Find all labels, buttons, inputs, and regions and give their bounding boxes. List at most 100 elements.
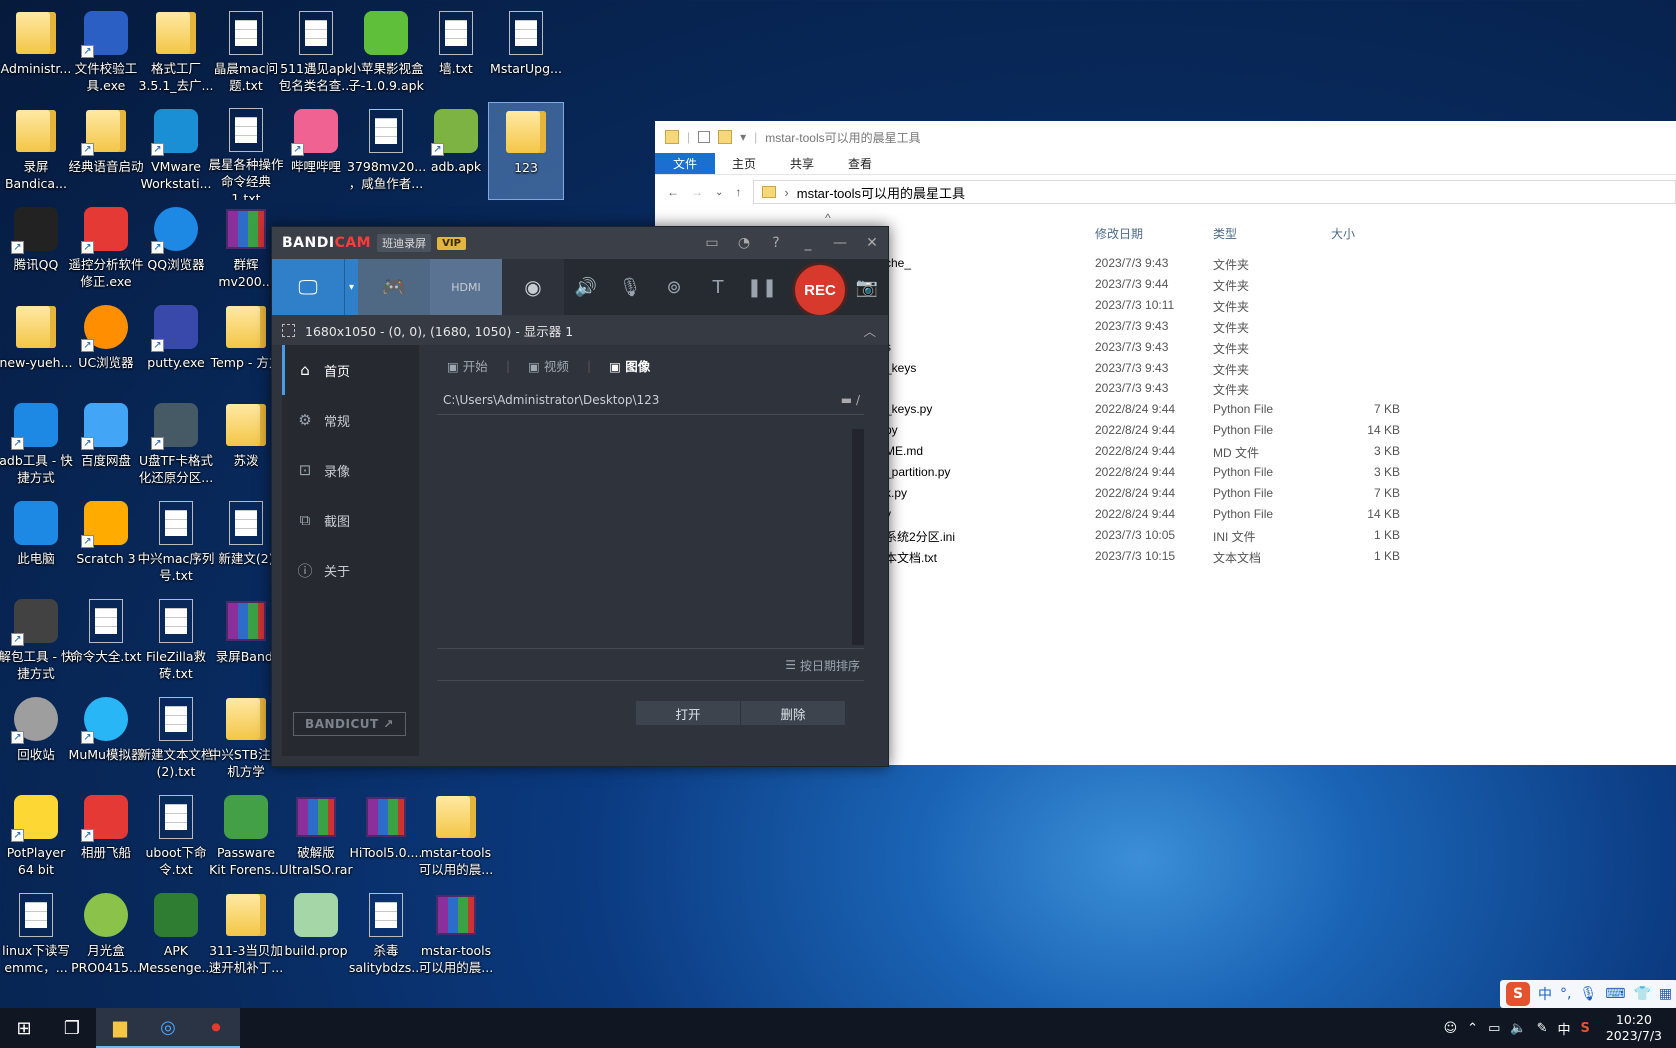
desktop-icon[interactable]: 破解版UltraISO.rar [278, 788, 354, 886]
desktop-icon[interactable]: ↗ PotPlayer 64 bit [0, 788, 74, 886]
desktop-icon[interactable]: uboot下命令.txt [138, 788, 214, 886]
network-icon[interactable]: ▭ [1488, 1021, 1500, 1036]
tab-home[interactable]: 主页 [715, 153, 773, 174]
desktop-icon[interactable]: new-yueh... [0, 298, 74, 396]
desktop-icon[interactable]: ↗ U盘TF卡格式化还原分区... [138, 396, 214, 494]
desktop-icon[interactable]: 311-3当贝加速开机补丁... [208, 886, 284, 984]
tab-image[interactable]: ▣ 图像 [609, 356, 650, 375]
desktop-icon[interactable]: build.prop [278, 886, 354, 984]
desktop-icon[interactable]: ↗ 腾讯QQ [0, 200, 74, 298]
text-overlay-button[interactable]: T [696, 259, 740, 315]
sidebar-item-video[interactable]: ⊡ 录像 [282, 445, 419, 495]
sogou-tray-icon[interactable]: S [1580, 1021, 1589, 1036]
desktop-icon[interactable]: mstar-tools可以用的晨... [418, 788, 494, 886]
column-type[interactable]: 类型 [1213, 225, 1237, 242]
open-button[interactable]: 打开 [636, 701, 740, 725]
desktop-icon[interactable]: ↗ adb.apk [418, 102, 494, 200]
hdmi-mode-button[interactable]: HDMI [430, 259, 502, 315]
desktop-icon[interactable]: 晶晨mac问题.txt [208, 4, 284, 102]
desktop-icon[interactable]: 命令大全.txt [68, 592, 144, 690]
desktop-icon[interactable]: 511遇见apk包名类名查... [278, 4, 354, 102]
tab-share[interactable]: 共享 [773, 153, 831, 174]
selection-icon[interactable] [282, 323, 295, 337]
minimize-to-tray-icon[interactable]: _ [792, 235, 824, 251]
people-icon[interactable]: ☺ [1444, 1021, 1458, 1036]
desktop-icon[interactable]: Passware Kit Forens... [208, 788, 284, 886]
sidebar-item-home[interactable]: ⌂ 首页 [282, 345, 419, 395]
help-icon[interactable]: ? [760, 235, 792, 251]
checkbox-icon[interactable] [698, 131, 711, 143]
file-preview-list[interactable] [437, 427, 864, 649]
game-mode-button[interactable]: 🎮 [358, 259, 430, 315]
screenshot-button[interactable]: 📷 [846, 259, 888, 315]
desktop-icon[interactable]: mstar-tools可以用的晨... [418, 886, 494, 984]
desktop-icon[interactable]: 录屏Bandica... [0, 102, 74, 200]
desktop-icon[interactable]: 晨星各种操作命令经典1.txt [208, 102, 284, 200]
clock-icon[interactable]: ◔ [728, 235, 760, 251]
tab-video[interactable]: ▣ 视频 [528, 356, 569, 375]
desktop-icon[interactable]: ↗ 百度网盘 [68, 396, 144, 494]
input-language[interactable]: 中 [1557, 1019, 1570, 1038]
mode-dropdown-button[interactable]: ▾ [344, 259, 358, 315]
desktop-icon[interactable]: ↗ 相册飞船 [68, 788, 144, 886]
new-folder-icon[interactable] [718, 130, 733, 144]
desktop-icon[interactable]: ↗ Scratch 3 [68, 494, 144, 592]
desktop-icon[interactable]: 墙.txt [418, 4, 494, 102]
desktop-icon[interactable]: FileZilla救砖.txt [138, 592, 214, 690]
sidebar-item-general[interactable]: ⚙ 常规 [282, 395, 419, 445]
speaker-button[interactable]: 🔊 [564, 259, 608, 315]
taskbar-bandicam[interactable]: ⏺ [192, 1008, 240, 1048]
bandicut-button[interactable]: BANDICUT ↗ [293, 712, 406, 736]
minimize-icon[interactable]: — [824, 235, 856, 251]
recent-chevron-icon[interactable]: ⌄ [715, 187, 723, 198]
punctuation-icon[interactable]: °, [1560, 986, 1571, 1002]
desktop-icon[interactable]: HiTool5.0.... [348, 788, 424, 886]
up-arrow-icon[interactable]: ↑ [735, 185, 741, 199]
desktop-icon[interactable]: ↗ MuMu模拟器 [68, 690, 144, 788]
ime-language[interactable]: 中 [1538, 984, 1552, 1004]
desktop-icon[interactable]: 格式工厂3.5.1_去广... [138, 4, 214, 102]
pause-button[interactable]: ❚❚ [740, 259, 784, 315]
start-button[interactable]: ⊞ [0, 1008, 48, 1048]
tab-file[interactable]: 文件 [655, 153, 716, 174]
desktop-icon[interactable]: ↗ 经典语音启动 [68, 102, 144, 200]
desktop-icon[interactable]: APK Messenge... [138, 886, 214, 984]
desktop-icon[interactable]: ↗ 哔哩哔哩 [278, 102, 354, 200]
forward-arrow-icon[interactable]: → [691, 185, 703, 199]
desktop-icon[interactable]: 杀毒salitybdzs... [348, 886, 424, 984]
desktop-icon[interactable]: 月光盒PRO0415... [68, 886, 144, 984]
microphone-button[interactable]: 🎙 [608, 259, 652, 315]
microphone-icon[interactable]: 🎙 [1579, 986, 1597, 1002]
keyboard-icon[interactable]: ⌨ [1605, 986, 1625, 1002]
desktop-icon[interactable]: 新建文本文档(2).txt [138, 690, 214, 788]
desktop-icon[interactable]: ↗ 遥控分析软件修正.exe [68, 200, 144, 298]
skin-icon[interactable]: 👕 [1633, 986, 1650, 1002]
delete-button[interactable]: 删除 [741, 701, 845, 725]
desktop-icon[interactable]: linux下读写emmc，... [0, 886, 74, 984]
desktop-icon[interactable]: 中兴mac序列号.txt [138, 494, 214, 592]
screen-mode-button[interactable]: 🖵 [272, 259, 344, 315]
desktop-icon[interactable]: ↗ UC浏览器 [68, 298, 144, 396]
sogou-logo-icon[interactable]: S [1506, 982, 1530, 1006]
back-arrow-icon[interactable]: ← [667, 185, 679, 199]
close-icon[interactable]: ✕ [856, 235, 888, 251]
chevron-down-icon[interactable]: ▾ [740, 130, 746, 144]
desktop-icon[interactable]: ↗ adb工具 - 快捷方式 [0, 396, 74, 494]
taskbar-qq-browser[interactable]: ◎ [144, 1008, 192, 1048]
toolbox-icon[interactable]: ▦ [1659, 986, 1672, 1002]
desktop-icon[interactable]: 3798mv20... ，咸鱼作者... [347, 102, 425, 200]
address-bar[interactable]: › mstar-tools可以用的晨星工具 [753, 180, 1676, 204]
taskbar-file-explorer[interactable]: ▆ [96, 1008, 144, 1048]
webcam-button[interactable]: ◉ [502, 259, 564, 315]
collapse-chevron-icon[interactable]: ︿ [863, 321, 876, 340]
desktop-icon[interactable]: 123 [488, 102, 564, 200]
folder-icon[interactable]: ▭ [696, 235, 728, 251]
volume-icon[interactable]: 🔈 [1510, 1021, 1526, 1036]
breadcrumb[interactable]: mstar-tools可以用的晨星工具 [797, 183, 965, 202]
mouse-effect-button[interactable]: ⊚ [652, 259, 696, 315]
desktop-icon[interactable]: ↗ VMware Workstati... [138, 102, 214, 200]
desktop-icon[interactable]: ↗ 文件校验工具.exe [68, 4, 144, 102]
sidebar-item-screenshot[interactable]: ⧉ 截图 [282, 495, 419, 545]
show-hidden-icons-chevron[interactable]: ⌃ [1467, 1021, 1478, 1036]
rec-button[interactable]: REC [792, 262, 848, 318]
